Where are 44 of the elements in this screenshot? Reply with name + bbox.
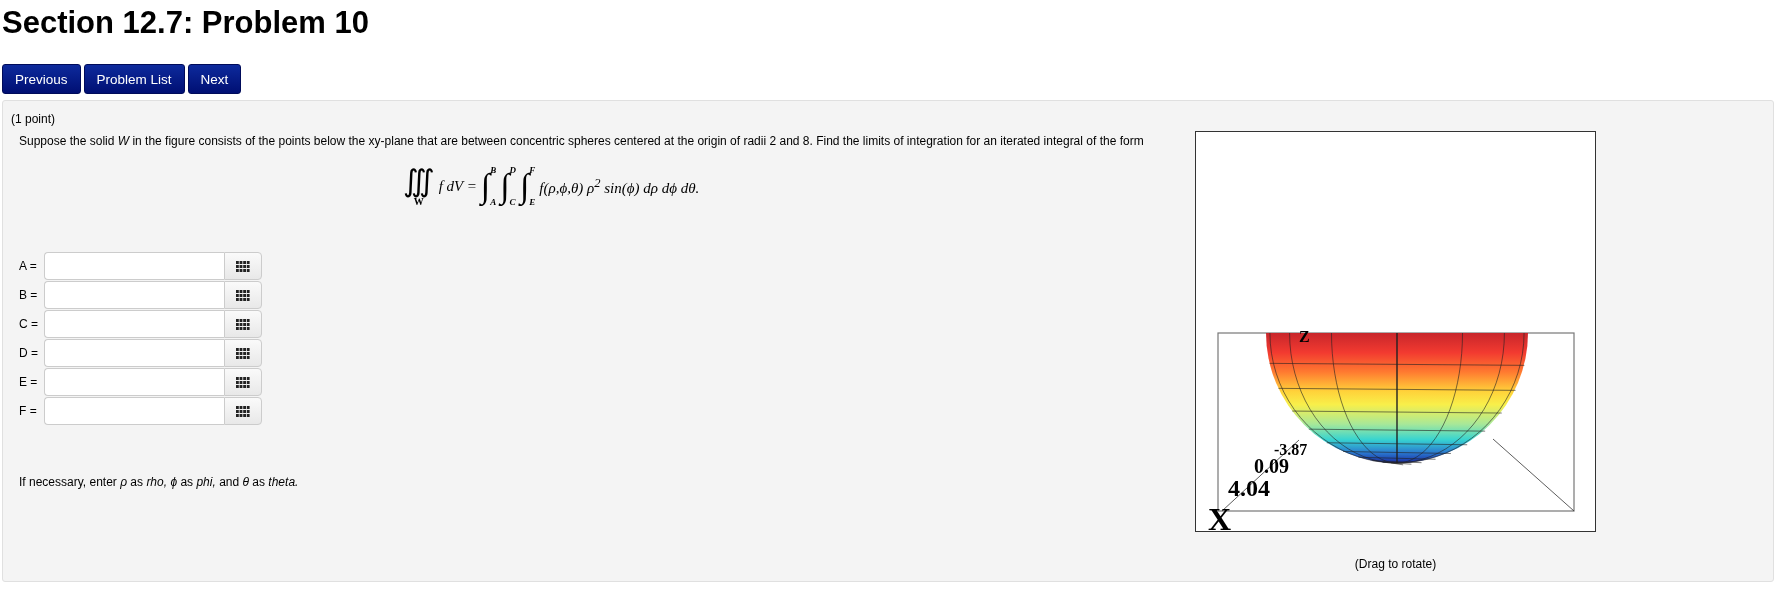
answer-field[interactable] — [44, 252, 224, 280]
answer-label: E = — [19, 375, 39, 389]
integrand: f(ρ,ϕ,θ) ρ$^{2}$ sin(ϕ) dρ dϕ dθ. — [539, 175, 700, 197]
plot-canvas[interactable]: Z X -3.87 0.09 4.04 — [1195, 131, 1596, 532]
equation-editor-button[interactable] — [224, 281, 262, 309]
lower-limit: A — [490, 197, 497, 207]
points-label: (1 point) — [11, 112, 57, 126]
nav-button[interactable]: Problem List — [83, 64, 185, 94]
answer-label: B = — [19, 288, 39, 302]
answer-label: F = — [19, 404, 38, 418]
equation-editor-button[interactable] — [224, 339, 262, 367]
keypad-icon — [236, 318, 250, 330]
keypad-icon — [236, 347, 250, 359]
triple-integral-sign: ∭ — [402, 165, 435, 196]
answer-label: D = — [19, 346, 39, 360]
hint-text: If necessary, enter ρ as rho, ϕ as phi, and θ as theta. — [19, 475, 300, 489]
equation-editor-button[interactable] — [224, 397, 262, 425]
answer-field[interactable] — [44, 368, 224, 396]
equation-editor-button[interactable] — [224, 368, 262, 396]
nav-button[interactable]: Next — [187, 64, 242, 94]
answer-field[interactable] — [44, 397, 224, 425]
answer-label: C = — [19, 317, 39, 331]
axis-label: X — [1208, 501, 1232, 531]
lower-limit: E — [529, 197, 536, 207]
answer-field[interactable] — [44, 339, 224, 367]
keypad-icon — [236, 289, 250, 301]
formula-text: f dV = — [438, 177, 477, 195]
tick-label: 4.04 — [1228, 475, 1270, 501]
keypad-icon — [236, 405, 250, 417]
problem-statement: Suppose the solid W in the figure consists of the points below the xy-plane that are between concentric spheres centered at the origin of radii 2 and 8. Find the limits of integration for an iterated integral of the form — [19, 134, 1145, 148]
plot-caption: (Drag to rotate) — [1353, 557, 1438, 571]
nav-button[interactable]: Previous — [2, 64, 81, 94]
keypad-icon — [236, 376, 250, 388]
lower-limit: C — [509, 197, 516, 207]
page-title: Section 12.7: Problem 10 — [2, 4, 370, 42]
axis-label: Z — [1299, 328, 1310, 345]
answer-label: A = — [19, 259, 38, 273]
tick-label: 0.09 — [1254, 455, 1289, 477]
tick-label: -3.87 — [1274, 441, 1308, 458]
equation-editor-button[interactable] — [224, 310, 262, 338]
keypad-icon — [236, 260, 250, 272]
answer-field[interactable] — [44, 310, 224, 338]
equation-editor-button[interactable] — [224, 252, 262, 280]
answer-field[interactable] — [44, 281, 224, 309]
